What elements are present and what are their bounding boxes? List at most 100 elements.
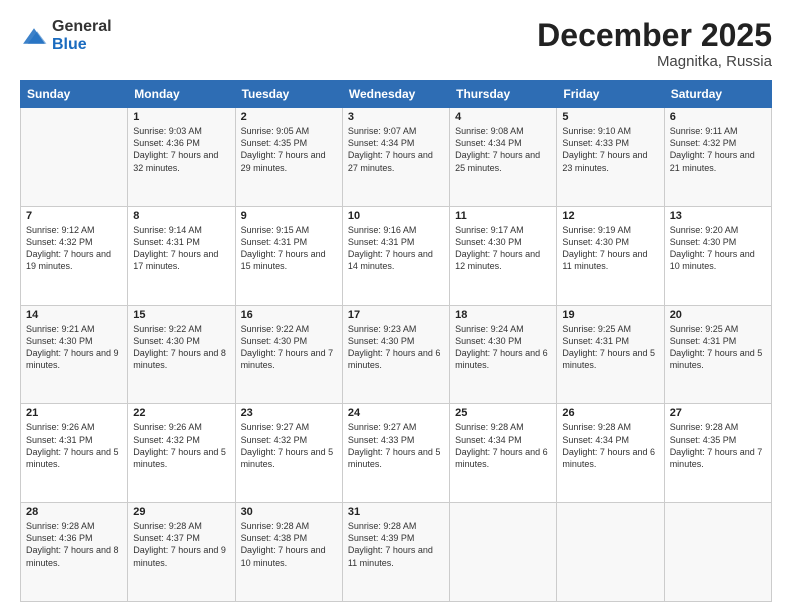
calendar-cell: 20Sunrise: 9:25 AMSunset: 4:31 PMDayligh… — [664, 305, 771, 404]
day-info: Sunrise: 9:22 AMSunset: 4:30 PMDaylight:… — [241, 323, 337, 372]
day-info: Sunrise: 9:15 AMSunset: 4:31 PMDaylight:… — [241, 224, 337, 273]
calendar-cell: 28 Sunrise: 9:28 AMSunset: 4:36 PMDayligh… — [21, 503, 128, 602]
calendar-cell: 2Sunrise: 9:05 AMSunset: 4:35 PMDaylight… — [235, 108, 342, 207]
week-row-2: 7 Sunrise: 9:12 AMSunset: 4:32 PMDaylight… — [21, 206, 772, 305]
day-number: 30 — [241, 506, 337, 518]
day-number: 4 — [455, 111, 551, 123]
calendar-cell — [557, 503, 664, 602]
day-info: Sunrise: 9:08 AMSunset: 4:34 PMDaylight:… — [455, 125, 551, 174]
day-number: 26 — [562, 407, 658, 419]
location: Magnitka, Russia — [537, 53, 772, 70]
calendar-cell: 27 Sunrise: 9:28 AMSunset: 4:35 PMDayligh… — [664, 404, 771, 503]
calendar-header: SundayMondayTuesdayWednesdayThursdayFrid… — [21, 81, 772, 108]
day-number: 12 — [562, 210, 658, 222]
day-info: Sunrise: 9:03 AMSunset: 4:36 PMDaylight:… — [133, 125, 229, 174]
day-info: Sunrise: 9:12 AMSunset: 4:32 PMDaylight:… — [26, 224, 122, 273]
day-info: Sunrise: 9:28 AMSunset: 4:39 PMDaylight:… — [348, 520, 444, 569]
header: General Blue December 2025 Magnitka, Rus… — [20, 18, 772, 70]
calendar-cell: 26 Sunrise: 9:28 AMSunset: 4:34 PMDayligh… — [557, 404, 664, 503]
calendar-cell: 22 Sunrise: 9:26 AMSunset: 4:32 PMDayligh… — [128, 404, 235, 503]
week-row-1: 1 Sunrise: 9:03 AMSunset: 4:36 PMDaylight… — [21, 108, 772, 207]
calendar-cell: 11 Sunrise: 9:17 AMSunset: 4:30 PMDayligh… — [450, 206, 557, 305]
logo-icon — [20, 22, 48, 50]
day-number: 19 — [562, 309, 658, 321]
day-info: Sunrise: 9:27 AMSunset: 4:32 PMDaylight:… — [241, 421, 337, 470]
calendar-cell: 4 Sunrise: 9:08 AMSunset: 4:34 PMDaylight… — [450, 108, 557, 207]
day-number: 22 — [133, 407, 229, 419]
day-info: Sunrise: 9:24 AMSunset: 4:30 PMDaylight:… — [455, 323, 551, 372]
day-number: 20 — [670, 309, 766, 321]
calendar-body: 1 Sunrise: 9:03 AMSunset: 4:36 PMDaylight… — [21, 108, 772, 602]
day-number: 24 — [348, 407, 444, 419]
calendar-cell: 3Sunrise: 9:07 AMSunset: 4:34 PMDaylight… — [342, 108, 449, 207]
calendar-cell — [664, 503, 771, 602]
day-of-week-sunday: Sunday — [21, 81, 128, 108]
calendar-cell: 18Sunrise: 9:24 AMSunset: 4:30 PMDayligh… — [450, 305, 557, 404]
calendar-cell: 7 Sunrise: 9:12 AMSunset: 4:32 PMDaylight… — [21, 206, 128, 305]
day-info: Sunrise: 9:07 AMSunset: 4:34 PMDaylight:… — [348, 125, 444, 174]
day-number: 10 — [348, 210, 444, 222]
day-number: 29 — [133, 506, 229, 518]
day-number: 8 — [133, 210, 229, 222]
day-info: Sunrise: 9:16 AMSunset: 4:31 PMDaylight:… — [348, 224, 444, 273]
day-of-week-thursday: Thursday — [450, 81, 557, 108]
calendar-cell: 9 Sunrise: 9:15 AMSunset: 4:31 PMDaylight… — [235, 206, 342, 305]
week-row-5: 28 Sunrise: 9:28 AMSunset: 4:36 PMDayligh… — [21, 503, 772, 602]
day-info: Sunrise: 9:11 AMSunset: 4:32 PMDaylight:… — [670, 125, 766, 174]
day-info: Sunrise: 9:28 AMSunset: 4:35 PMDaylight:… — [670, 421, 766, 470]
calendar-cell: 30 Sunrise: 9:28 AMSunset: 4:38 PMDayligh… — [235, 503, 342, 602]
calendar-cell: 6Sunrise: 9:11 AMSunset: 4:32 PMDaylight… — [664, 108, 771, 207]
week-row-3: 14 Sunrise: 9:21 AMSunset: 4:30 PMDayligh… — [21, 305, 772, 404]
day-number: 28 — [26, 506, 122, 518]
calendar-cell: 15 Sunrise: 9:22 AMSunset: 4:30 PMDayligh… — [128, 305, 235, 404]
header-row: SundayMondayTuesdayWednesdayThursdayFrid… — [21, 81, 772, 108]
calendar-table: SundayMondayTuesdayWednesdayThursdayFrid… — [20, 80, 772, 602]
day-info: Sunrise: 9:22 AMSunset: 4:30 PMDaylight:… — [133, 323, 229, 372]
calendar-cell: 25 Sunrise: 9:28 AMSunset: 4:34 PMDayligh… — [450, 404, 557, 503]
day-of-week-monday: Monday — [128, 81, 235, 108]
day-number: 1 — [133, 111, 229, 123]
week-row-4: 21Sunrise: 9:26 AMSunset: 4:31 PMDayligh… — [21, 404, 772, 503]
calendar-cell: 31 Sunrise: 9:28 AMSunset: 4:39 PMDayligh… — [342, 503, 449, 602]
calendar-cell — [21, 108, 128, 207]
day-number: 25 — [455, 407, 551, 419]
day-number: 31 — [348, 506, 444, 518]
day-info: Sunrise: 9:10 AMSunset: 4:33 PMDaylight:… — [562, 125, 658, 174]
calendar-cell: 23Sunrise: 9:27 AMSunset: 4:32 PMDayligh… — [235, 404, 342, 503]
calendar-cell: 8 Sunrise: 9:14 AMSunset: 4:31 PMDaylight… — [128, 206, 235, 305]
day-number: 21 — [26, 407, 122, 419]
calendar-cell: 16Sunrise: 9:22 AMSunset: 4:30 PMDayligh… — [235, 305, 342, 404]
day-number: 15 — [133, 309, 229, 321]
day-info: Sunrise: 9:23 AMSunset: 4:30 PMDaylight:… — [348, 323, 444, 372]
day-info: Sunrise: 9:28 AMSunset: 4:38 PMDaylight:… — [241, 520, 337, 569]
day-number: 9 — [241, 210, 337, 222]
calendar-cell: 5Sunrise: 9:10 AMSunset: 4:33 PMDaylight… — [557, 108, 664, 207]
logo-text: General Blue — [52, 18, 112, 53]
day-info: Sunrise: 9:27 AMSunset: 4:33 PMDaylight:… — [348, 421, 444, 470]
day-info: Sunrise: 9:28 AMSunset: 4:37 PMDaylight:… — [133, 520, 229, 569]
day-of-week-saturday: Saturday — [664, 81, 771, 108]
day-number: 11 — [455, 210, 551, 222]
day-number: 2 — [241, 111, 337, 123]
day-info: Sunrise: 9:21 AMSunset: 4:30 PMDaylight:… — [26, 323, 122, 372]
day-info: Sunrise: 9:28 AMSunset: 4:34 PMDaylight:… — [562, 421, 658, 470]
logo-blue-text: Blue — [52, 36, 87, 53]
day-number: 17 — [348, 309, 444, 321]
calendar-cell: 1 Sunrise: 9:03 AMSunset: 4:36 PMDaylight… — [128, 108, 235, 207]
day-info: Sunrise: 9:14 AMSunset: 4:31 PMDaylight:… — [133, 224, 229, 273]
day-info: Sunrise: 9:17 AMSunset: 4:30 PMDaylight:… — [455, 224, 551, 273]
calendar-cell: 13 Sunrise: 9:20 AMSunset: 4:30 PMDayligh… — [664, 206, 771, 305]
day-number: 13 — [670, 210, 766, 222]
day-info: Sunrise: 9:28 AMSunset: 4:36 PMDaylight:… — [26, 520, 122, 569]
day-info: Sunrise: 9:28 AMSunset: 4:34 PMDaylight:… — [455, 421, 551, 470]
day-of-week-friday: Friday — [557, 81, 664, 108]
day-info: Sunrise: 9:20 AMSunset: 4:30 PMDaylight:… — [670, 224, 766, 273]
day-info: Sunrise: 9:26 AMSunset: 4:32 PMDaylight:… — [133, 421, 229, 470]
calendar-cell: 17 Sunrise: 9:23 AMSunset: 4:30 PMDayligh… — [342, 305, 449, 404]
calendar-cell — [450, 503, 557, 602]
calendar-cell: 21Sunrise: 9:26 AMSunset: 4:31 PMDayligh… — [21, 404, 128, 503]
day-number: 27 — [670, 407, 766, 419]
day-of-week-tuesday: Tuesday — [235, 81, 342, 108]
day-number: 14 — [26, 309, 122, 321]
day-number: 7 — [26, 210, 122, 222]
